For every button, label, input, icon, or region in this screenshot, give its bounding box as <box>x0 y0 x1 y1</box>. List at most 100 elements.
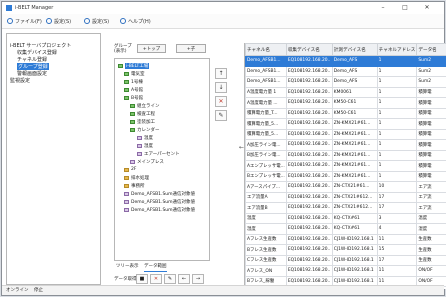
column-header[interactable]: チャネルアドレス <box>376 43 418 56</box>
tree-item-alarm-screen[interactable]: 警報画面設定 <box>17 70 47 77</box>
table-cell: EQ108192.168.20.. <box>285 55 333 67</box>
table-cell: 4 <box>376 223 418 235</box>
table-row[interactable]: Bフレス生産数 EQ108192.168.20.. CJ1W-ID192.168.1… <box>245 244 446 256</box>
group-node[interactable]: Demo_AFSB1.Sum通信対象値 <box>124 191 195 197</box>
move-down-button[interactable]: ↓ <box>215 82 227 93</box>
table-cell: 1 <box>376 55 418 67</box>
group-node[interactable]: メインプレス <box>130 159 164 165</box>
table-row[interactable]: Demo_AFSB1... EQ108192.168.20.. Demo_AFS 1 S… <box>245 65 446 77</box>
tab-data-range[interactable]: データ範囲 <box>144 263 167 272</box>
prev-button[interactable]: ← <box>178 274 190 284</box>
group-node[interactable]: 塗装加工 <box>130 119 155 125</box>
table-cell: EQ108192.168.20.. <box>285 76 333 88</box>
menu-help[interactable]: ヘルプ(H) <box>120 17 151 25</box>
table-cell: ZN-KMX21#61... <box>331 128 378 140</box>
group-node[interactable]: エアーパーセント <box>137 151 180 157</box>
group-node[interactable]: Demo_AFSB1.Sum通信対象値 <box>124 199 195 205</box>
table-row[interactable]: 積算電力量_T... EQ108192.168.20.. KM50-C61 1 積算電 <box>245 107 446 119</box>
tree-item-groups[interactable]: グループ登録 <box>17 63 49 70</box>
table-row[interactable]: B加圧ライン電... EQ108192.168.20.. ZN-KMX21#61..… <box>245 149 446 161</box>
group-node[interactable]: Demo_AFSB1.Sum通信対象値 <box>124 207 195 213</box>
table-cell: EQ108192.168.20.. <box>285 65 333 77</box>
folder-icon <box>124 167 129 172</box>
table-row[interactable]: Cフレス生産数 EQ108192.168.20.. CJ1W-ID192.168.1… <box>245 254 446 266</box>
tab-tree-view[interactable]: ツリー表示 <box>116 263 139 271</box>
table-cell: 温度 <box>245 212 287 224</box>
move-up-button[interactable]: ↑ <box>215 68 227 79</box>
table-cell: 温度 <box>416 212 446 224</box>
table-row[interactable]: 湿度 EQ108192.168.20.. KQ-CTX#61 4 湿度 <box>245 223 446 235</box>
table-row[interactable]: A温度電力量 ... EQ108192.168.20.. KM50-C61 1 積算電 <box>245 97 446 109</box>
table-row[interactable]: エア流量B EQ108192.168.20.. ZN-CTX21#612... 17 エ… <box>245 202 446 214</box>
table-cell: EQ108192.168.20.. <box>285 202 333 214</box>
column-header[interactable]: 収集デバイス名 <box>285 43 333 56</box>
folder-icon <box>130 104 135 108</box>
tree-item-channels[interactable]: チャネル登録 <box>17 56 47 63</box>
menu-settings-1[interactable]: 設定(S) <box>46 17 71 25</box>
group-node-label: 塗装加工 <box>137 120 155 125</box>
tree-item-monitoring[interactable]: 監視設定 <box>10 77 30 84</box>
channel-table: チャネル名 収集デバイス名 計測デバイス名 チャネルアドレス データ名 Demo_AFS… <box>245 43 446 287</box>
table-row[interactable]: Bエンプレッサ電... EQ108192.168.20.. ZN-KMX21#61.… <box>245 170 446 182</box>
group-node[interactable]: B号館 <box>124 95 143 101</box>
menu-settings-2[interactable]: 設定(S) <box>84 17 109 25</box>
table-row[interactable]: 積算電力量_5... EQ108192.168.20.. ZN-KMX21#61..… <box>245 128 446 140</box>
column-header[interactable]: チャネル名 <box>245 43 287 56</box>
group-node[interactable]: i-BELT工場 <box>118 63 150 69</box>
add-top-button[interactable]: +トップ <box>137 44 166 53</box>
tree-item-project[interactable]: i-BELT サーバプロジェクト <box>10 42 71 49</box>
next-button[interactable]: → <box>192 274 204 284</box>
tag-icon <box>137 136 142 140</box>
table-cell: Aフレス生産数 <box>245 233 287 245</box>
group-node[interactable]: 温度 <box>137 135 153 141</box>
table-row[interactable]: Aフレス生産数 EQ108192.168.20.. CJ1W-ID192.168.1… <box>245 233 446 245</box>
maximize-button[interactable]: □ <box>400 4 410 12</box>
table-row[interactable]: Aフレス_ON EQ108192.168.20.. CJ1W-ID192.168.1… <box>245 265 446 277</box>
menu-file-label: ファイル(F) <box>15 18 42 25</box>
group-node[interactable]: 組立ライン <box>130 103 160 109</box>
data-fetch-label: データ取得 <box>114 277 137 282</box>
table-row[interactable]: Demo_AFSB1... EQ108192.168.20.. Demo_AFS 1 S… <box>245 76 446 88</box>
group-node[interactable]: カレンダー <box>130 127 160 133</box>
group-node[interactable]: 1号棟 <box>124 79 143 85</box>
menu-settings-label: 設定(S) <box>92 18 110 25</box>
table-cell: EQ108192.168.20.. <box>285 181 333 193</box>
table-row[interactable]: Aエンプレッサ電... EQ108192.168.20.. ZN-KMX21#61.… <box>245 160 446 172</box>
group-node[interactable]: 事務所 <box>124 183 145 189</box>
group-node[interactable]: A号館 <box>124 87 143 93</box>
group-label: グループ (表示) <box>114 44 136 54</box>
group-node[interactable]: 検査工程 <box>130 111 155 117</box>
group-node[interactable]: 排水処理 <box>124 175 149 181</box>
table-row[interactable]: Aアースパイプ... EQ108192.168.20.. ZN-CTX21#61..… <box>245 181 446 193</box>
group-node-label: 湿度 <box>144 144 153 149</box>
delete-button[interactable]: ✕ <box>215 96 227 107</box>
edit-button[interactable]: ✎ <box>215 110 227 121</box>
column-header[interactable]: 計測デバイス名 <box>331 43 378 56</box>
close-button[interactable]: ✕ <box>422 4 432 12</box>
group-node[interactable]: 湿度 <box>137 143 153 149</box>
edit-item-button[interactable]: ✎ <box>164 274 176 284</box>
table-cell: A温度電力量 ... <box>245 97 287 109</box>
table-cell: CJ1W-ID192.168.1 <box>331 265 378 277</box>
status-bar: オンライン 停止 <box>2 285 444 295</box>
add-child-button[interactable]: +子 <box>176 44 206 53</box>
table-row[interactable]: エア流量A EQ108192.168.20.. ZN-CTX21#612... 17 エ… <box>245 191 446 203</box>
group-node-label: Demo_AFSB1.Sum通信対象値 <box>131 200 196 205</box>
table-row[interactable]: A加圧ライン電... EQ108192.168.20.. ZN-KMX21#61..… <box>245 139 446 151</box>
stop-button[interactable]: ■ <box>136 274 148 284</box>
table-cell: EQ108192.168.20.. <box>285 212 333 224</box>
table-row[interactable]: 積算電力量_5... EQ108192.168.20.. ZN-KMX21#61..… <box>245 118 446 130</box>
table-cell: 10 <box>376 181 418 193</box>
table-row[interactable]: A温度電力量 1 EQ108192.168.20.. KM0061 1 積算電 <box>245 86 446 98</box>
remove-button[interactable]: ✕ <box>150 274 162 284</box>
group-node[interactable]: 2F <box>124 167 136 172</box>
column-header[interactable]: データ名 <box>416 43 446 56</box>
minimize-button[interactable]: – <box>378 4 388 12</box>
tree-item-devices[interactable]: 収集デバイス登録 <box>17 49 57 56</box>
table-row[interactable]: Demo_AFSB1... EQ108192.168.20.. Demo_AFS 1 S… <box>245 55 446 67</box>
group-node[interactable]: 電気室 <box>124 71 145 77</box>
table-cell: 湿度 <box>245 223 287 235</box>
table-cell: ZN-CTX21#61... <box>331 181 378 193</box>
menu-file[interactable]: ファイル(F) <box>7 17 42 25</box>
table-row[interactable]: 温度 EQ108192.168.20.. KQ-CTX#61 3 温度 <box>245 212 446 224</box>
